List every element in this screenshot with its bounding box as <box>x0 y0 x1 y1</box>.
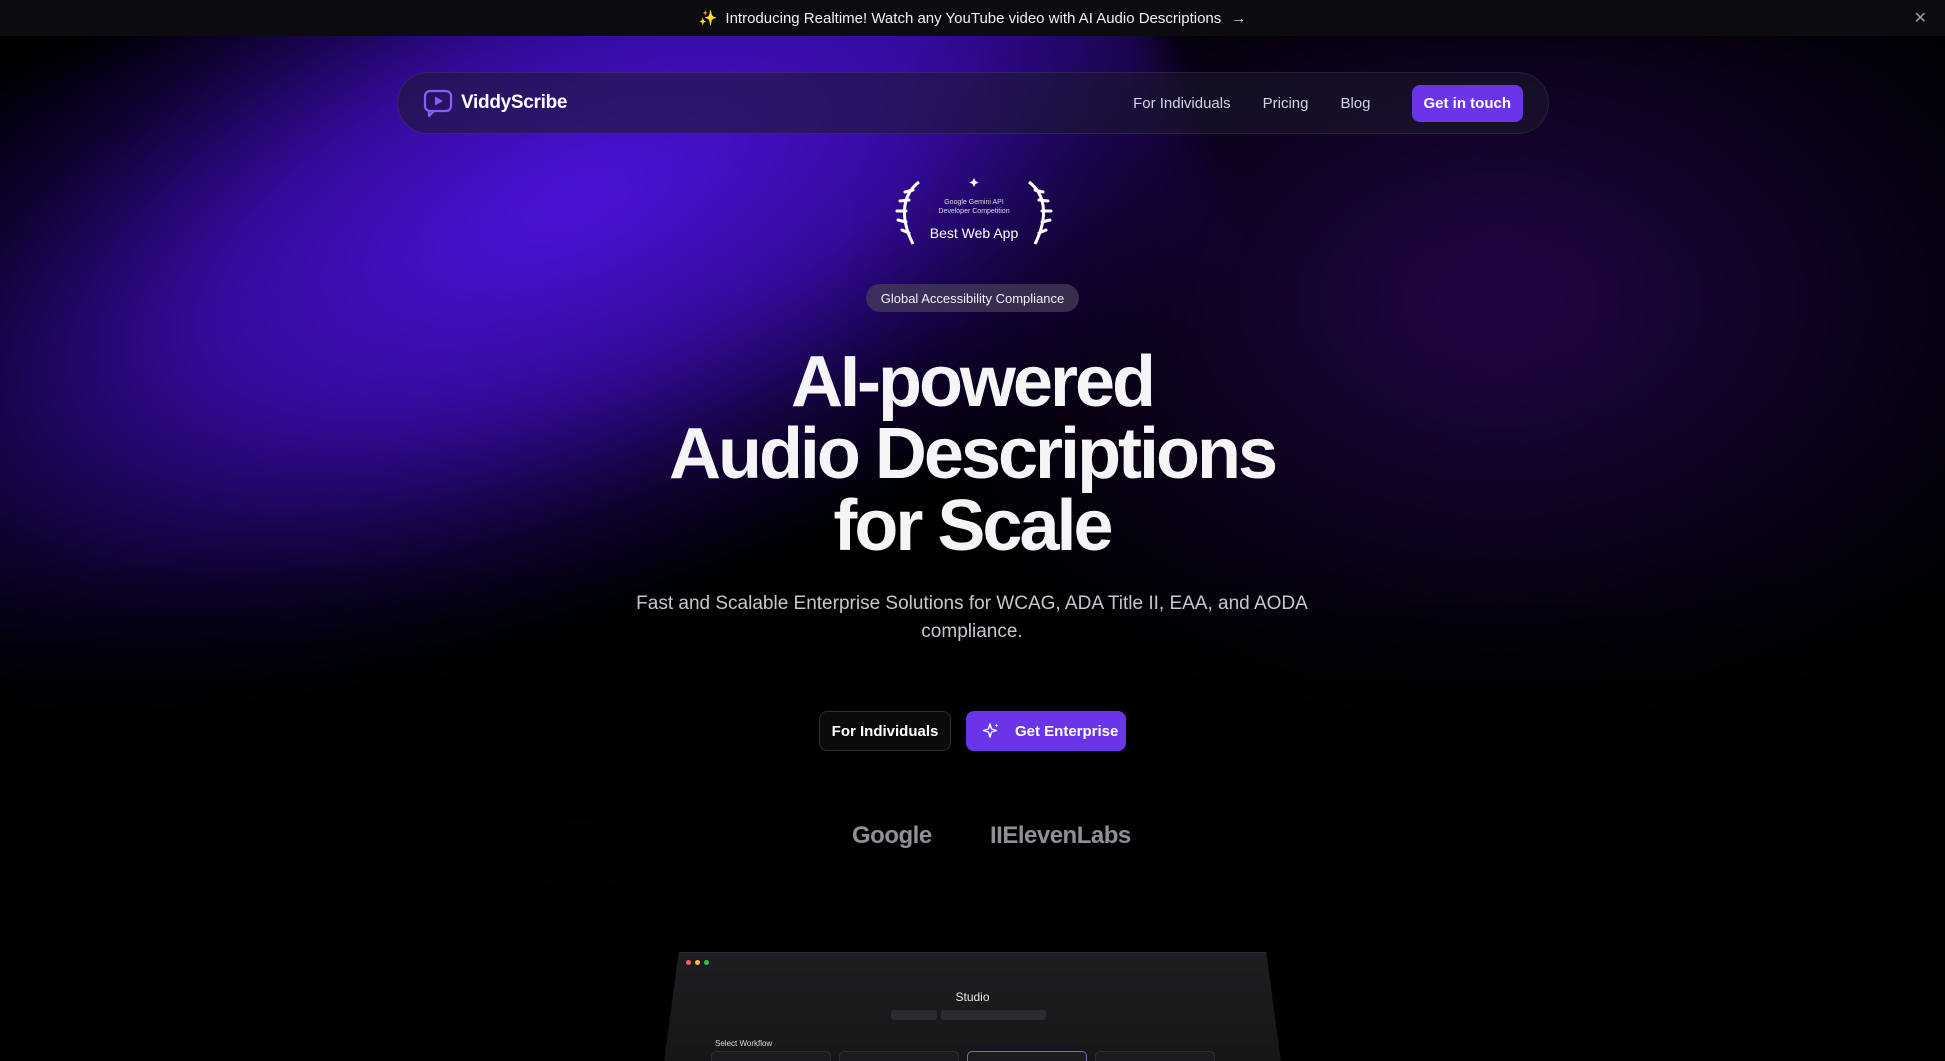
nav-link-blog[interactable]: Blog <box>1340 95 1370 112</box>
compliance-pill: Global Accessibility Compliance <box>866 284 1079 312</box>
brand[interactable]: ViddyScribe <box>423 89 567 117</box>
maximize-dot <box>704 960 709 965</box>
get-enterprise-button[interactable]: Get Enterprise <box>966 711 1126 751</box>
nav-link-for-individuals[interactable]: For Individuals <box>1133 95 1231 112</box>
for-individuals-button[interactable]: For Individuals <box>819 711 951 751</box>
headline-line-2: Audio Descriptions <box>668 414 1278 494</box>
get-in-touch-button[interactable]: Get in touch <box>1411 84 1523 122</box>
partner-logo-elevenlabs: IIElevenLabs <box>990 822 1131 849</box>
studio-title: Studio <box>955 990 990 1004</box>
studio-preview: Studio Select Workflow <box>660 952 1285 1061</box>
get-enterprise-label: Get Enterprise <box>1015 722 1119 740</box>
nav-link-pricing[interactable]: Pricing <box>1263 95 1309 112</box>
workflow-card[interactable] <box>1095 1051 1215 1061</box>
partner-logo-google: Google <box>852 822 932 849</box>
sparkles-icon: ✨ <box>698 10 718 27</box>
select-workflow-label: Select Workflow <box>715 1039 773 1048</box>
top-navigation: ViddyScribe For Individuals Pricing Blog… <box>397 72 1549 134</box>
headline-line-1: AI-powered <box>790 342 1156 422</box>
hero-headline: AI-powered Audio Descriptions for Scale <box>572 346 1372 562</box>
logo-icon <box>423 89 453 117</box>
workflow-cards <box>711 1051 1215 1061</box>
award-line2: Developer Competition <box>938 208 1010 215</box>
close-dot <box>686 960 691 965</box>
nav-links: For Individuals Pricing Blog Get in touc… <box>1101 84 1523 122</box>
minimize-dot <box>695 960 700 965</box>
arrow-right-icon: → <box>1231 9 1247 27</box>
sparkle-icon <box>982 723 999 738</box>
workflow-card[interactable] <box>839 1051 959 1061</box>
announcement-text[interactable]: Introducing Realtime! Watch any YouTube … <box>725 10 1221 27</box>
window-controls <box>686 960 709 965</box>
headline-line-3: for Scale <box>833 486 1113 566</box>
award-badge: Google Gemini API Developer Competition … <box>893 176 1055 250</box>
workflow-card[interactable] <box>711 1051 831 1061</box>
award-line1: Google Gemini API <box>944 199 1004 206</box>
studio-chips <box>891 1010 1046 1020</box>
brand-name: ViddyScribe <box>461 92 568 113</box>
chip <box>941 1010 1046 1020</box>
hero-subtitle: Fast and Scalable Enterprise Solutions f… <box>636 593 1308 642</box>
award-title: Best Web App <box>929 225 1019 241</box>
announcement-bar[interactable]: ✨ Introducing Realtime! Watch any YouTub… <box>0 0 1945 36</box>
close-icon[interactable]: ✕ <box>1914 8 1927 28</box>
chip <box>891 1010 937 1020</box>
workflow-card[interactable] <box>967 1051 1087 1061</box>
